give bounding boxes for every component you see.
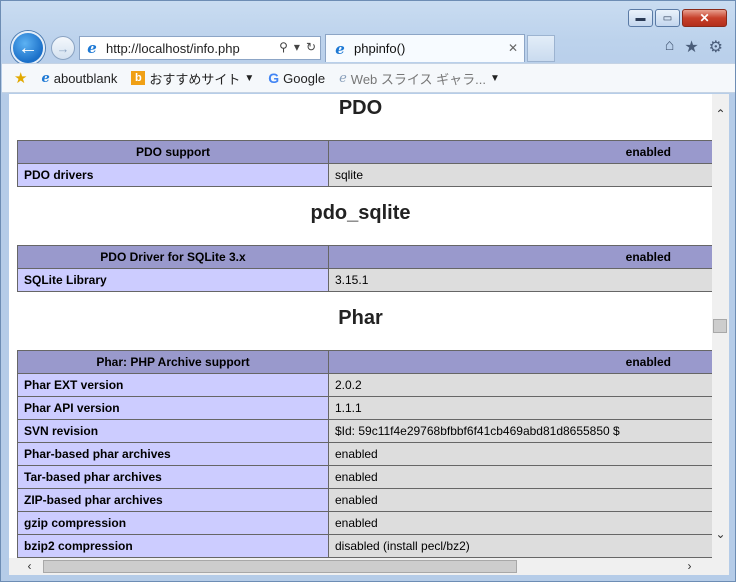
table-cell-value: sqlite [328, 163, 712, 187]
table-header-cell: enabled [328, 350, 712, 374]
fav-label: Google [283, 70, 326, 86]
address-tools: ⚲ ▾ ↻ [279, 40, 316, 54]
fav-item-google[interactable]: G Google [268, 70, 325, 86]
google-icon: G [268, 70, 280, 86]
bing-icon: b [131, 71, 146, 85]
table-cell-key: gzip compression [17, 511, 329, 535]
ie-page-icon: e [87, 39, 97, 57]
scrollbar-corner [712, 558, 729, 575]
table-row: SVN revision $Id: 59c11f4e29768bfbbf6f41… [17, 419, 712, 443]
table-header-cell: enabled [328, 245, 712, 269]
scroll-left-arrow-icon[interactable]: ‹ [21, 558, 38, 575]
table-header-cell: Phar: PHP Archive support [17, 350, 329, 374]
table-cell-key: bzip2 compression [17, 534, 329, 558]
table-cell-key: ZIP-based phar archives [17, 488, 329, 512]
section-title: PDO [338, 97, 383, 119]
table-row: Phar EXT version 2.0.2 [17, 373, 712, 397]
chevron-down-icon: ▼ [244, 72, 255, 84]
window-caption-buttons: ▬ ▭ ✕ [628, 9, 727, 27]
back-button[interactable]: ← [11, 31, 45, 65]
table-row: PDO drivers sqlite [17, 163, 712, 187]
table-header-cell: PDO support [17, 140, 329, 164]
info-table: PDO support enabled PDO drivers sqlite [17, 140, 712, 187]
table-header-row: Phar: PHP Archive support enabled [17, 350, 712, 374]
table-cell-key: Phar-based phar archives [17, 442, 329, 466]
home-icon[interactable]: ⌂ [665, 37, 675, 57]
settings-gear-icon[interactable]: ⚙ [709, 37, 723, 57]
table-row: SQLite Library 3.15.1 [17, 268, 712, 292]
ie-icon: e [41, 70, 50, 86]
page-content: PDO PDO support enabled PDO drivers sqli… [9, 94, 712, 558]
maximize-button[interactable]: ▭ [655, 9, 680, 27]
favorites-star-icon[interactable]: ★ [684, 37, 698, 57]
dropdown-icon[interactable]: ▾ [294, 40, 300, 54]
tab-title: phpinfo() [354, 41, 406, 56]
chevron-down-icon: ▼ [489, 72, 500, 84]
fav-item-aboutblank[interactable]: e aboutblank [41, 71, 117, 86]
favorites-bar: ★ e aboutblank b おすすめサイト ▼ G Google e We… [2, 63, 735, 93]
table-cell-key: PDO drivers [17, 163, 329, 187]
table-row: gzip compression enabled [17, 511, 712, 535]
address-url[interactable]: http://localhost/info.php [106, 41, 240, 56]
table-row: bzip2 compression disabled (install pecl… [17, 534, 712, 558]
table-cell-key: Phar API version [17, 396, 329, 420]
table-cell-value: 2.0.2 [328, 373, 712, 397]
info-table: PDO Driver for SQLite 3.x enabled SQLite… [17, 245, 712, 292]
search-icon[interactable]: ⚲ [279, 40, 288, 54]
forward-button[interactable]: → [51, 36, 75, 60]
table-header-row: PDO Driver for SQLite 3.x enabled [17, 245, 712, 269]
refresh-icon[interactable]: ↻ [306, 40, 316, 54]
table-row: Phar-based phar archives enabled [17, 442, 712, 466]
section-title: Phar [338, 307, 383, 329]
table-cell-key: Phar EXT version [17, 373, 329, 397]
ie-tab-icon: e [335, 39, 345, 58]
ie-icon: e [339, 70, 347, 86]
fav-item-web-slice[interactable]: e Web スライス ギャラ... ▼ [339, 69, 500, 88]
table-header-row: PDO support enabled [17, 140, 712, 164]
table-cell-value: $Id: 59c11f4e29768bfbbf6f41cb469abd81d86… [328, 419, 712, 443]
table-row: Phar API version 1.1.1 [17, 396, 712, 420]
scroll-down-arrow-icon[interactable]: ⌄ [712, 526, 729, 543]
new-tab-button[interactable] [527, 35, 555, 62]
browser-window: ▬ ▭ ✕ ← → e http://localhost/info.php ⚲ … [0, 0, 736, 582]
minimize-button[interactable]: ▬ [628, 9, 653, 27]
table-cell-value: enabled [328, 511, 712, 535]
table-row: ZIP-based phar archives enabled [17, 488, 712, 512]
table-row: Tar-based phar archives enabled [17, 465, 712, 489]
table-header-cell: PDO Driver for SQLite 3.x [17, 245, 329, 269]
fav-label: aboutblank [53, 70, 118, 86]
table-header-cell: enabled [328, 140, 712, 164]
scroll-right-arrow-icon[interactable]: › [681, 558, 698, 575]
add-favorite-star-icon[interactable]: ★ [14, 69, 27, 87]
address-bar[interactable]: e http://localhost/info.php ⚲ ▾ ↻ [79, 36, 321, 60]
scroll-up-arrow-icon[interactable]: ⌃ [712, 106, 729, 123]
table-cell-value: 3.15.1 [328, 268, 712, 292]
table-cell-value: 1.1.1 [328, 396, 712, 420]
table-cell-value: enabled [328, 442, 712, 466]
horizontal-scrollbar[interactable]: ‹ › [9, 558, 712, 575]
table-cell-key: Tar-based phar archives [17, 465, 329, 489]
vertical-scrollbar[interactable]: ⌃ ⌄ [712, 94, 729, 558]
table-cell-value: enabled [328, 488, 712, 512]
table-cell-key: SQLite Library [17, 268, 329, 292]
toolbar-icons: ⌂ ★ ⚙ [665, 37, 723, 57]
section-title: pdo_sqlite [310, 202, 411, 224]
tab-close-icon[interactable]: ✕ [508, 41, 518, 55]
table-cell-value: enabled [328, 465, 712, 489]
fav-label: おすすめサイト [149, 71, 241, 87]
info-table: Phar: PHP Archive support enabled Phar E… [17, 350, 712, 558]
table-cell-value: disabled (install pecl/bz2) [328, 534, 712, 558]
horizontal-scroll-thumb[interactable] [43, 560, 517, 573]
close-window-button[interactable]: ✕ [682, 9, 727, 27]
vertical-scroll-thumb[interactable] [713, 319, 727, 333]
fav-item-recommended[interactable]: b おすすめサイト ▼ [131, 69, 254, 88]
table-cell-key: SVN revision [17, 419, 329, 443]
fav-label: Web スライス ギャラ... [350, 71, 486, 87]
tab-phpinfo[interactable]: e phpinfo() ✕ [325, 34, 525, 62]
